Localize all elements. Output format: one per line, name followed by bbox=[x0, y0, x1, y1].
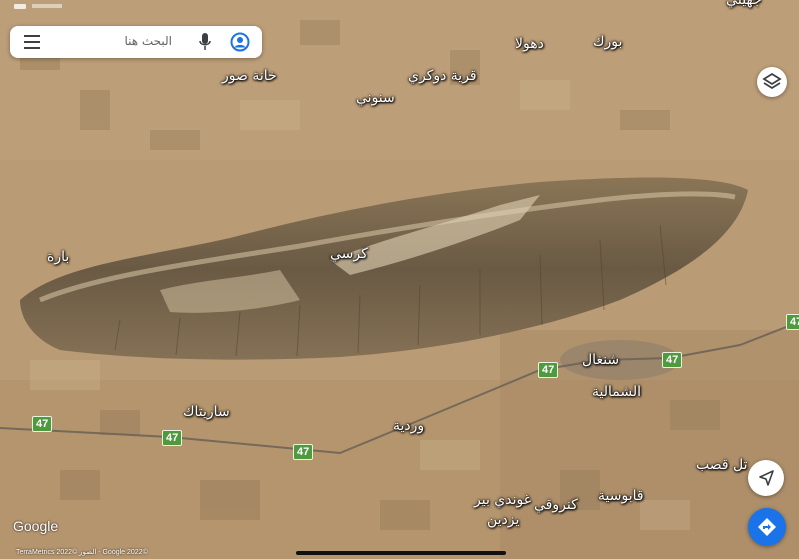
route-shield: 47 bbox=[662, 352, 683, 368]
place-label[interactable]: قابوسية bbox=[598, 488, 644, 504]
place-label[interactable]: تل قصب bbox=[696, 457, 748, 473]
layers-icon bbox=[762, 72, 782, 90]
microphone-icon[interactable] bbox=[198, 32, 212, 52]
device-status-bar bbox=[0, 0, 799, 12]
place-label[interactable]: كنروقي bbox=[534, 497, 578, 513]
place-label[interactable]: بارة bbox=[47, 249, 69, 265]
compass-arrow-icon bbox=[759, 470, 774, 486]
place-label[interactable]: وردية bbox=[393, 418, 424, 434]
place-label[interactable]: الشمالية bbox=[592, 384, 641, 400]
layers-button[interactable] bbox=[757, 67, 787, 97]
place-label[interactable]: يزدين bbox=[487, 512, 519, 528]
place-label[interactable]: شنغال bbox=[582, 352, 619, 368]
place-label[interactable]: غوندي بير bbox=[474, 492, 531, 508]
place-label[interactable]: بورك bbox=[593, 34, 622, 50]
place-label[interactable]: دهولا bbox=[515, 36, 544, 52]
route-shield: 47 bbox=[538, 362, 559, 378]
place-label[interactable]: ساريتاك bbox=[183, 404, 230, 420]
satellite-map[interactable] bbox=[0, 0, 799, 559]
compass-button[interactable] bbox=[748, 460, 784, 496]
route-shield: 47 bbox=[32, 416, 53, 432]
home-indicator[interactable] bbox=[296, 551, 506, 555]
google-logo: Google bbox=[13, 518, 59, 534]
search-bar[interactable]: البحث هنا bbox=[10, 26, 262, 58]
route-shield: 47 bbox=[162, 430, 183, 446]
search-input[interactable]: البحث هنا bbox=[124, 34, 172, 48]
hamburger-menu-icon[interactable] bbox=[24, 35, 40, 49]
place-label[interactable]: قرية دوكري bbox=[408, 68, 477, 84]
map-credits: TerraMetrics 2022© ‏- الصور‏ Google 2022… bbox=[16, 549, 148, 556]
place-label[interactable]: خانة صور bbox=[222, 68, 277, 84]
place-label[interactable]: سنوني bbox=[356, 90, 395, 106]
place-label[interactable]: كرسي bbox=[330, 246, 368, 262]
route-shield: 47 bbox=[293, 444, 314, 460]
directions-diamond-icon bbox=[758, 518, 776, 536]
account-circle-icon[interactable] bbox=[230, 32, 250, 52]
route-shield: 47 bbox=[786, 314, 799, 330]
place-label[interactable]: جهيلي bbox=[726, 0, 762, 8]
directions-button[interactable] bbox=[748, 508, 786, 546]
